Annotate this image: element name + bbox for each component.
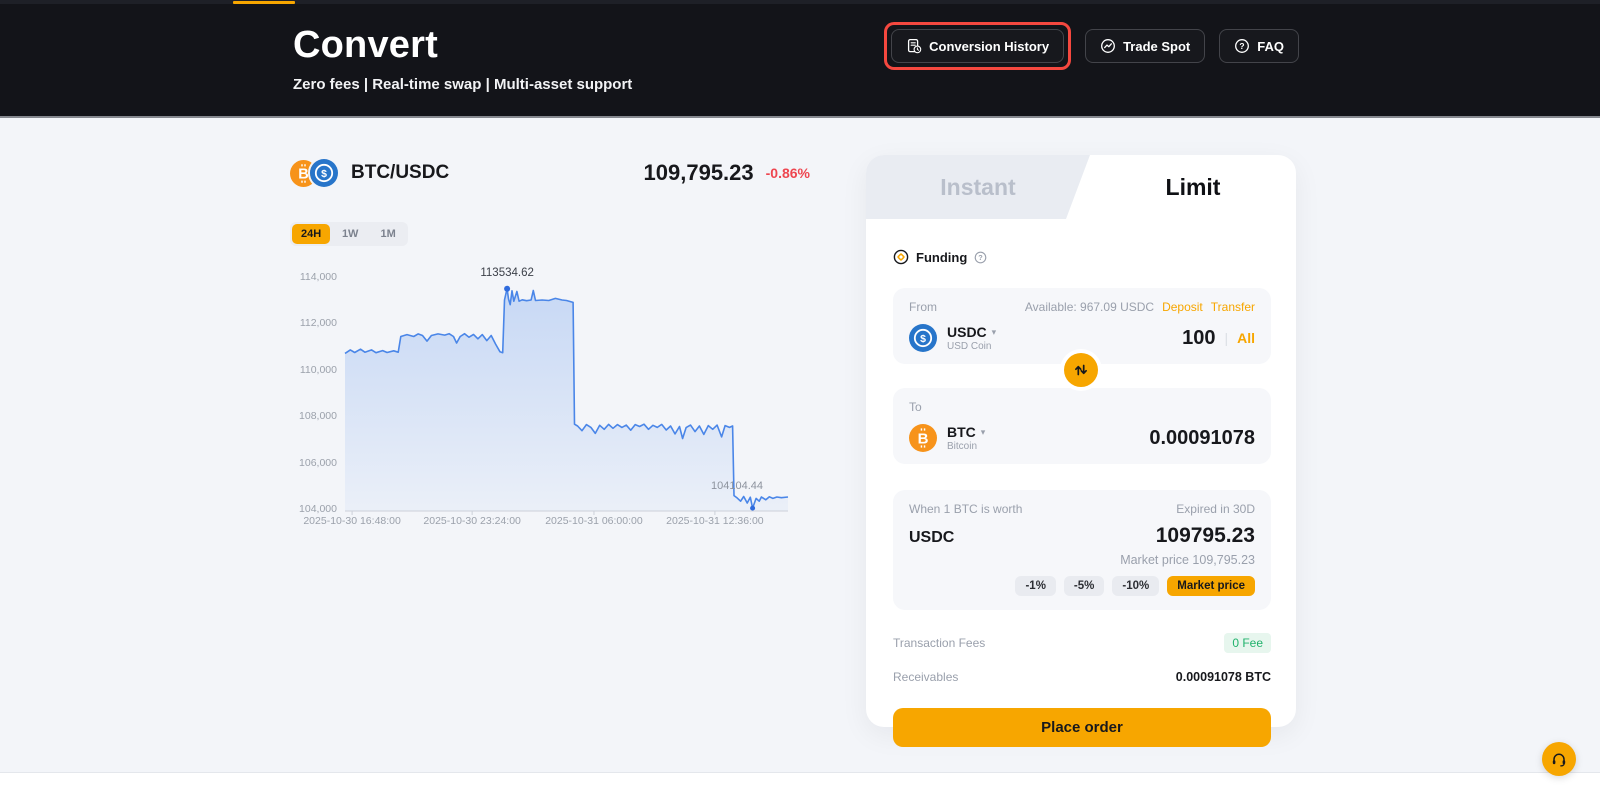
from-coin-usdc-icon: $ (909, 324, 937, 352)
limit-price-label: When 1 BTC is worth (909, 502, 1022, 516)
nav-active-underline (233, 1, 295, 4)
x-axis-tick: 2025-10-31 06:00:00 (529, 515, 659, 527)
place-order-button[interactable]: Place order (893, 708, 1271, 747)
range-24h-button[interactable]: 24H (292, 224, 330, 244)
transaction-fees-row: Transaction Fees 0 Fee (893, 633, 1271, 653)
svg-text:?: ? (979, 253, 984, 262)
receivables-row: Receivables 0.00091078 BTC (893, 670, 1271, 684)
chevron-down-icon: ▾ (992, 327, 997, 338)
from-coin-selector[interactable]: USDC ▾ (947, 324, 996, 340)
chart-min-dot (750, 506, 755, 511)
pair-change: -0.86% (766, 165, 810, 181)
funding-icon (893, 249, 909, 265)
headset-icon (1550, 750, 1568, 768)
svg-text:B: B (918, 430, 929, 447)
x-axis-tick: 2025-10-31 12:36:00 (650, 515, 780, 527)
y-axis-tick: 114,000 (290, 271, 337, 283)
support-button[interactable] (1542, 742, 1576, 776)
deposit-link[interactable]: Deposit (1162, 300, 1203, 314)
price-chart: 113534.62 104104.44 114,000 112,000 110,00… (290, 258, 810, 548)
receivables-value: 0.00091078 BTC (1176, 670, 1271, 684)
trade-icon (1100, 38, 1116, 54)
from-coin-name: USD Coin (947, 341, 996, 352)
swap-arrows-icon (1072, 361, 1090, 379)
conversion-history-button[interactable]: Conversion History (891, 29, 1064, 63)
range-1m-button[interactable]: 1M (370, 224, 406, 244)
y-axis-tick: 112,000 (290, 317, 337, 329)
page-title: Convert (293, 24, 632, 67)
chart-peak-dot (504, 286, 510, 292)
conversion-history-label: Conversion History (929, 39, 1049, 54)
swap-direction-button[interactable] (1064, 353, 1098, 387)
transaction-fees-label: Transaction Fees (893, 636, 985, 650)
all-button[interactable]: All (1237, 330, 1255, 346)
svg-text:$: $ (321, 168, 327, 180)
minus-5pct-button[interactable]: -5% (1064, 576, 1104, 596)
receivables-label: Receivables (893, 670, 958, 684)
from-label: From (909, 300, 937, 314)
expiry-label: Expired in 30D (1176, 502, 1255, 516)
minus-1pct-button[interactable]: -1% (1015, 576, 1055, 596)
chart-max-label: 113534.62 (447, 267, 567, 279)
usdc-icon: $ (308, 157, 340, 189)
range-1w-button[interactable]: 1W (332, 224, 368, 244)
pair-name: BTC/USDC (351, 162, 449, 184)
y-axis-tick: 110,000 (290, 364, 337, 376)
available-balance: Available: 967.09 USDC (1025, 300, 1154, 314)
transfer-link[interactable]: Transfer (1211, 300, 1255, 314)
x-axis-tick: 2025-10-30 23:24:00 (407, 515, 537, 527)
panel-tabs: Instant Limit (866, 155, 1296, 219)
header-actions: Conversion History Trade Spot ? (884, 22, 1299, 70)
market-chart-section: B $ BTC/USDC 109,795.23 -0.86% 24H 1W 1M (290, 156, 810, 548)
limit-price-input[interactable]: 109795.23 (1156, 524, 1255, 548)
y-axis-tick: 104,000 (290, 503, 337, 515)
to-coin-selector[interactable]: BTC ▾ (947, 424, 985, 440)
to-label: To (909, 400, 922, 414)
trade-spot-label: Trade Spot (1123, 39, 1190, 54)
conversion-history-highlight-box: Conversion History (884, 22, 1071, 70)
pair-price: 109,795.23 (644, 160, 754, 186)
y-axis-tick: 108,000 (290, 410, 337, 422)
time-range-selector: 24H 1W 1M (290, 222, 408, 246)
minus-10pct-button[interactable]: -10% (1112, 576, 1159, 596)
to-coin-symbol: BTC (947, 424, 976, 440)
svg-text:?: ? (1240, 41, 1245, 51)
x-axis-tick: 2025-10-30 16:48:00 (287, 515, 417, 527)
fee-badge: 0 Fee (1224, 633, 1271, 653)
chart-end-label: 104104.44 (677, 480, 797, 492)
history-icon (906, 38, 922, 54)
to-coin-name: Bitcoin (947, 441, 985, 452)
amount-divider: | (1224, 330, 1228, 346)
tab-limit[interactable]: Limit (1090, 155, 1296, 219)
svg-text:$: $ (920, 333, 926, 345)
convert-panel: Instant Limit Funding (866, 155, 1296, 727)
y-axis-tick: 106,000 (290, 457, 337, 469)
funding-account-row: Funding ? (893, 249, 1271, 265)
to-box: To B BTC ▾ Bi (893, 388, 1271, 464)
top-nav-strip (0, 0, 1600, 4)
quote-currency: USDC (909, 529, 954, 547)
to-coin-btc-icon: B (909, 424, 937, 452)
to-amount-value: 0.00091078 (1149, 427, 1255, 450)
convert-page: Convert Zero fees | Real-time swap | Mul… (0, 0, 1600, 798)
question-icon: ? (1234, 38, 1250, 54)
market-price-text: Market price 109,795.23 (909, 553, 1255, 567)
faq-button[interactable]: ? FAQ (1219, 29, 1299, 63)
funding-help-icon[interactable]: ? (974, 251, 987, 264)
page-header: Convert Zero fees | Real-time swap | Mul… (0, 0, 1600, 118)
footer-strip (0, 772, 1600, 798)
faq-label: FAQ (1257, 39, 1284, 54)
funding-label: Funding (916, 250, 967, 265)
trade-spot-button[interactable]: Trade Spot (1085, 29, 1205, 63)
chevron-down-icon: ▾ (981, 427, 986, 438)
from-coin-symbol: USDC (947, 324, 987, 340)
chart-area-fill (345, 289, 788, 511)
page-subtitle: Zero fees | Real-time swap | Multi-asset… (293, 76, 632, 93)
from-amount-input[interactable]: 100 (1182, 327, 1215, 350)
market-price-button[interactable]: Market price (1167, 576, 1255, 596)
tab-instant[interactable]: Instant (866, 155, 1090, 219)
limit-price-box: When 1 BTC is worth Expired in 30D USDC … (893, 490, 1271, 610)
